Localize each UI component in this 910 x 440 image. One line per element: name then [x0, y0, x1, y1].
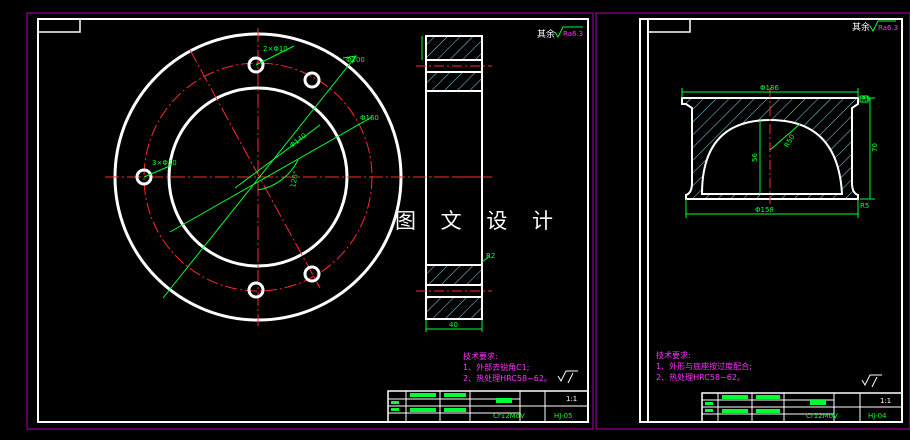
roughness-symbol-small	[557, 370, 578, 384]
roughness-note: 其余	[537, 28, 555, 40]
dim-depth: 56	[751, 153, 759, 162]
dim-edge-top: R3	[862, 96, 870, 103]
dim-bottom-diameter: Φ158	[755, 206, 774, 214]
dim-phi160: Φ160	[360, 114, 379, 122]
tech-note-2-1: 1、外形与底座按过度配合;	[656, 361, 752, 371]
dim-chamfer: R2	[486, 252, 495, 260]
dim-holes-small: 2×Φ10	[263, 45, 288, 53]
dim-height: 70	[871, 143, 879, 152]
scale-label: 1:1	[566, 395, 577, 403]
die-section-view: Φ186 Φ158 R50 70 56 R3 R5	[681, 84, 879, 218]
dim-angle: 120°	[289, 170, 300, 188]
sheet-2-corner-label-box	[648, 19, 691, 33]
scale-label-2: 1:1	[880, 397, 891, 405]
drawing-number: HJ-05	[554, 412, 573, 420]
dim-phi-bolt-circle: Φ140	[288, 132, 308, 150]
tech-note-1: 1、外部去锐角C1;	[463, 362, 529, 372]
roughness-value: Ra6.3	[563, 30, 583, 38]
tech-notes-title: 技术要求:	[463, 351, 498, 361]
roughness-value-2: Ra6.3	[878, 24, 898, 32]
dim-holes-large: 3×Φ10	[152, 159, 177, 167]
tech-note-2-2: 2、热处理HRC58~62。	[656, 372, 745, 382]
bolt-hole	[303, 71, 321, 89]
dim-width: 40	[449, 321, 458, 329]
bolt-hole	[247, 281, 265, 299]
sheet-1-corner-label-box	[38, 19, 81, 33]
material-label: Cr12MoV	[493, 412, 525, 420]
drawing-number-2: HJ-04	[868, 412, 887, 420]
dim-top-diameter: Φ186	[760, 84, 779, 92]
watermark-text: 图 文 设 计	[395, 209, 563, 233]
material-label-2: Cr12MoV	[806, 412, 838, 420]
tech-notes-title-2: 技术要求:	[656, 350, 691, 360]
sheet-2: 其余 Ra6.3 Φ186 Φ158 R50 70 56 R3 R5 技术要求:…	[595, 12, 910, 430]
roughness-note-2: 其余	[852, 21, 870, 33]
roughness-symbol-small-2	[861, 374, 882, 388]
dim-edge-bottom: R5	[860, 202, 869, 210]
sheet-2-outer-border	[595, 12, 910, 430]
flange-side-section: 40 R2	[416, 35, 495, 332]
tech-note-2: 2、热处理HRC58~62。	[463, 373, 552, 383]
dim-phi200: Φ200	[346, 56, 365, 64]
